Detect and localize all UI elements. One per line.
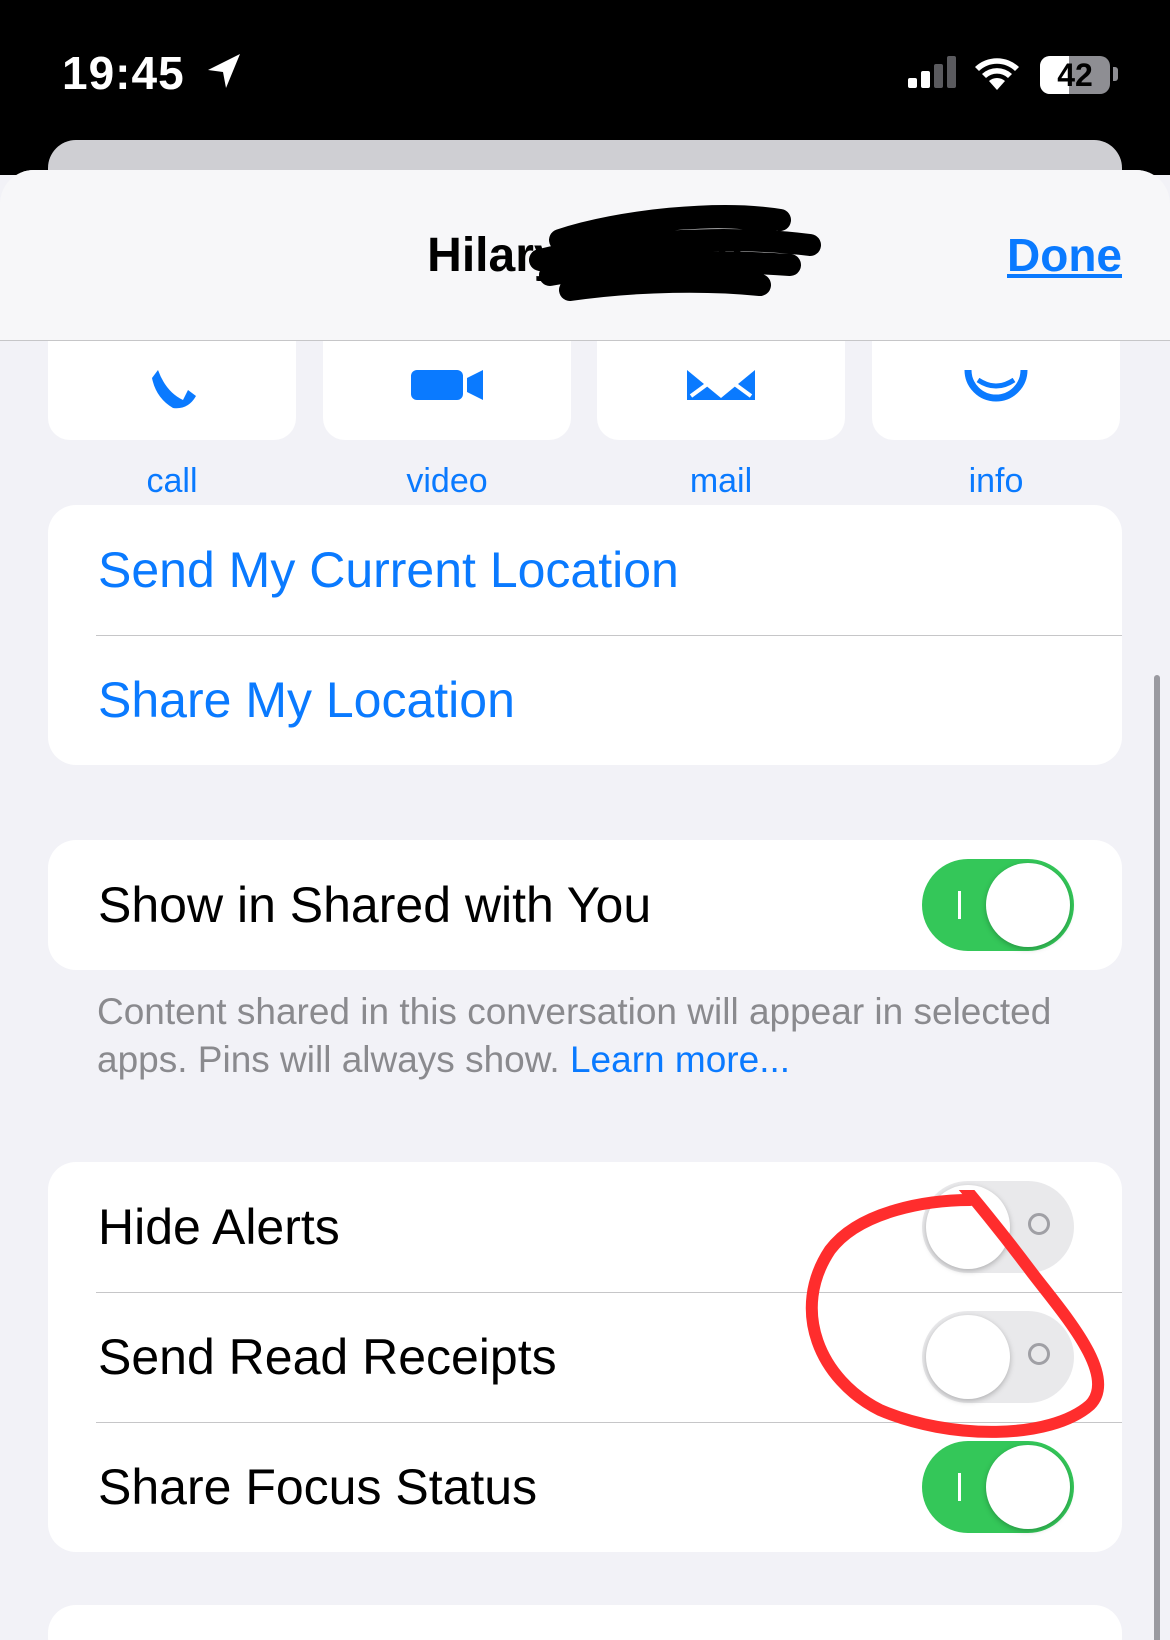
shared-with-you-label: Show in Shared with You	[98, 877, 652, 933]
info-label: info	[968, 462, 1024, 500]
mail-label: mail	[689, 462, 753, 500]
send-current-location-row[interactable]: Send My Current Location	[48, 505, 1122, 635]
red-circle-annotation	[805, 1190, 1105, 1438]
phone-icon	[152, 370, 196, 409]
cellular-signal-icon	[908, 56, 956, 88]
shared-with-you-footnote: Content shared in this conversation will…	[97, 988, 1077, 1084]
shared-with-you-group: Show in Shared with You	[48, 840, 1122, 970]
location-group: Send My Current Location Share My Locati…	[48, 505, 1122, 765]
call-label: call	[146, 462, 198, 500]
battery-level: 42	[1057, 57, 1093, 93]
navigation-bar: Hilary Watney Done	[0, 170, 1170, 341]
done-button[interactable]: Done	[1007, 228, 1122, 282]
video-label: video	[406, 462, 488, 500]
wifi-icon	[975, 58, 1019, 90]
next-group-partial	[48, 1605, 1122, 1640]
envelope-icon	[687, 370, 755, 400]
read-receipts-label: Send Read Receipts	[98, 1329, 557, 1385]
share-location-link[interactable]: Share My Location	[98, 671, 515, 729]
share-location-row[interactable]: Share My Location	[48, 635, 1122, 765]
shared-with-you-row: Show in Shared with You	[48, 840, 1122, 970]
focus-status-label: Share Focus Status	[98, 1459, 538, 1515]
learn-more-link[interactable]: Learn more...	[570, 1039, 790, 1080]
send-current-location-link[interactable]: Send My Current Location	[98, 541, 679, 599]
contact-details-sheet: Hilary Watney Done call video mail info …	[0, 170, 1170, 1640]
scrollbar[interactable]	[1154, 675, 1160, 1640]
battery-icon: 42	[1040, 56, 1110, 94]
location-arrow-icon	[208, 54, 240, 88]
hide-alerts-label: Hide Alerts	[98, 1199, 340, 1255]
video-camera-icon	[411, 370, 483, 400]
redaction-scribble	[529, 205, 821, 301]
shared-with-you-toggle[interactable]	[922, 859, 1074, 951]
person-icon	[964, 370, 1028, 402]
toggle-knob	[986, 863, 1070, 947]
status-time: 19:45	[62, 47, 185, 99]
